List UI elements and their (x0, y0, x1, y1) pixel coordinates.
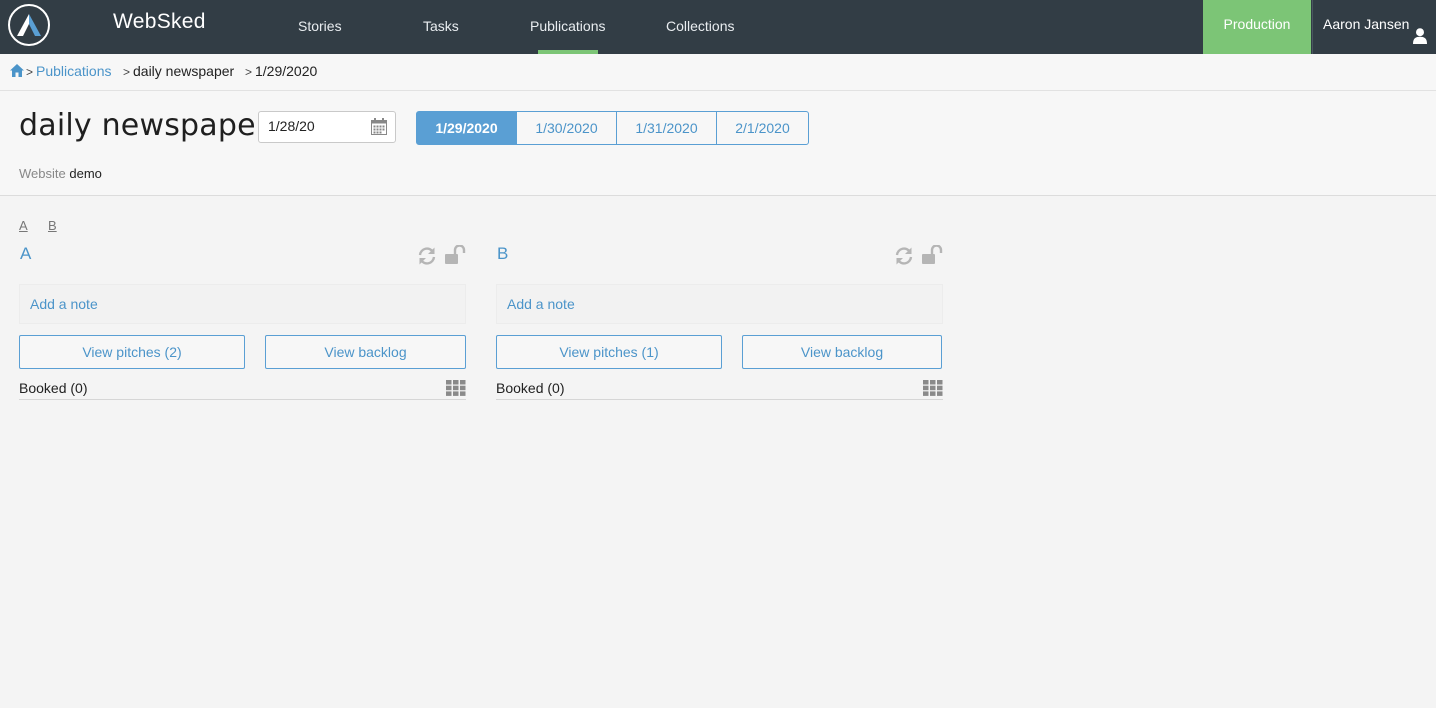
nav-tasks[interactable]: Tasks (423, 0, 459, 54)
date-input[interactable] (268, 118, 368, 134)
breadcrumb-publication: daily newspaper (133, 63, 235, 79)
app-brand[interactable]: WebSked (113, 10, 206, 34)
user-menu[interactable]: Aaron Jansen (1312, 0, 1436, 54)
booked-header: Booked (0) (496, 380, 943, 400)
view-backlog-button[interactable]: View backlog (265, 335, 466, 369)
grid-icon[interactable] (923, 380, 943, 399)
refresh-icon[interactable] (417, 246, 437, 270)
booked-label: Booked (0) (19, 380, 88, 396)
section-b: B Add a note View pitches (1) View backl… (496, 244, 943, 404)
page-title: daily newspaper (19, 108, 269, 143)
website-value: demo (69, 166, 102, 181)
lock-open-icon[interactable] (922, 244, 944, 269)
date-tab-3[interactable]: 1/31/2020 (616, 111, 717, 145)
booked-header: Booked (0) (19, 380, 466, 400)
anchor-link-b[interactable]: B (48, 218, 57, 233)
add-note-field[interactable]: Add a note (496, 284, 943, 324)
grid-icon[interactable] (446, 380, 466, 399)
nav-stories[interactable]: Stories (298, 0, 342, 54)
section-title[interactable]: A (20, 244, 31, 264)
date-tab-2[interactable]: 1/30/2020 (516, 111, 617, 145)
website-label: Website (19, 166, 66, 181)
breadcrumb-separator: > (123, 65, 131, 79)
refresh-icon[interactable] (894, 246, 914, 270)
section-a: A Add a note View pitches (2) View backl… (19, 244, 466, 404)
lock-open-icon[interactable] (445, 244, 467, 269)
breadcrumb: > Publications > daily newspaper > 1/29/… (0, 54, 1436, 91)
breadcrumb-separator: > (245, 65, 253, 79)
view-backlog-button[interactable]: View backlog (742, 335, 942, 369)
date-tabs: 1/29/2020 1/30/2020 1/31/2020 2/1/2020 (416, 111, 809, 145)
date-picker[interactable] (258, 111, 396, 143)
publication-header: daily newspaper 1/29/2020 1/30/2020 1/31… (0, 91, 1436, 196)
user-name: Aaron Jansen (1323, 16, 1410, 32)
nav-collections[interactable]: Collections (666, 0, 734, 54)
section-title[interactable]: B (497, 244, 508, 264)
app-logo-icon[interactable] (8, 4, 50, 46)
breadcrumb-date: 1/29/2020 (255, 63, 318, 79)
anchor-link-a[interactable]: A (19, 218, 28, 233)
booked-label: Booked (0) (496, 380, 565, 396)
view-pitches-button[interactable]: View pitches (1) (496, 335, 722, 369)
top-navbar: WebSked Stories Tasks Publications Colle… (0, 0, 1436, 54)
date-tab-1[interactable]: 1/29/2020 (416, 111, 517, 145)
production-button[interactable]: Production (1203, 0, 1311, 54)
view-pitches-button[interactable]: View pitches (2) (19, 335, 245, 369)
nav-publications[interactable]: Publications (530, 0, 606, 54)
breadcrumb-separator: > (26, 65, 34, 79)
calendar-icon[interactable] (371, 118, 387, 139)
date-tab-4[interactable]: 2/1/2020 (716, 111, 809, 145)
add-note-field[interactable]: Add a note (19, 284, 466, 324)
home-icon[interactable] (10, 64, 24, 80)
website-info: Website demo (19, 166, 102, 181)
breadcrumb-publications[interactable]: Publications (36, 63, 112, 79)
